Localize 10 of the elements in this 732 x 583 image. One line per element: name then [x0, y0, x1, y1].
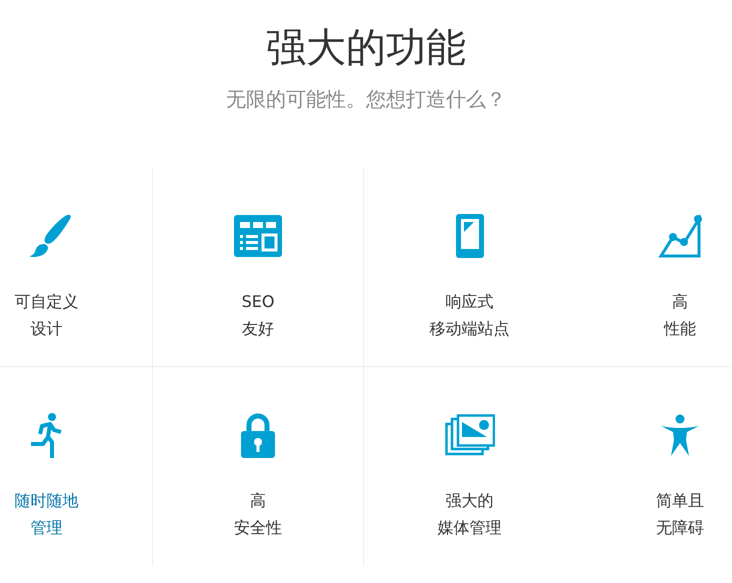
feature-label[interactable]: SEO 友好: [242, 288, 274, 342]
feature-label[interactable]: 简单且 无障碍: [656, 487, 704, 541]
section-title: 强大的功能: [265, 24, 467, 73]
section-subtitle: 无限的可能性。您想打造什么？: [225, 86, 507, 113]
feature-label[interactable]: 高 性能: [664, 288, 696, 342]
feature-label[interactable]: 强大的 媒体管理: [438, 487, 502, 541]
feature-label[interactable]: 随时随地 管理: [14, 487, 78, 541]
feature-label[interactable]: 可自定义 设计: [14, 288, 78, 342]
feature-label[interactable]: 高 安全性: [234, 487, 282, 541]
feature-label[interactable]: 响应式 移动端站点: [430, 288, 510, 342]
